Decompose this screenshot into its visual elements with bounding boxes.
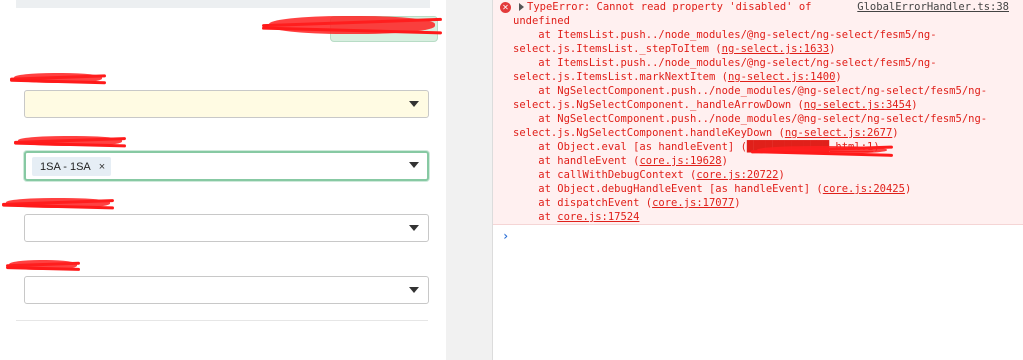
trace-tail: ) [829, 43, 836, 55]
panel-gutter [446, 0, 493, 360]
trace-tail: ) [835, 71, 842, 83]
trace-source-link[interactable]: ng-select.js:3454 [804, 99, 911, 111]
stack-trace-line: at NgSelectComponent.push../node_modules… [513, 112, 1013, 126]
error-message: ✕ TypeError: Cannot read property 'disab… [493, 0, 1023, 225]
trace-text: select.js.NgSelectComponent._handleArrow… [513, 99, 804, 111]
redacted-field-3-label [2, 195, 114, 211]
field-3-select[interactable] [24, 214, 429, 242]
error-source-link[interactable]: GlobalErrorHandler.ts:38 [857, 0, 1009, 14]
trace-tail: ) [911, 99, 918, 111]
stack-trace-line: undefined [513, 14, 1013, 28]
console-prompt-icon[interactable]: › [502, 229, 509, 243]
chip-label: 1SA - 1SA [40, 160, 91, 173]
stack-trace-line: at ItemsList.push../node_modules/@ng-sel… [513, 56, 1013, 70]
redacted-field-1-label [10, 70, 106, 86]
stack-trace-line: at Object.debugHandleEvent [as handleEve… [513, 182, 1013, 196]
trace-source-link[interactable]: ng-select.js:1633 [722, 43, 829, 55]
error-icon: ✕ [500, 2, 511, 13]
trace-source-link[interactable]: ng-select.js:1400 [728, 71, 835, 83]
trace-source-link[interactable]: core.js:17077 [652, 197, 734, 209]
top-strip [16, 0, 430, 8]
field-2-select[interactable]: 1SA - 1SA × [24, 151, 429, 181]
trace-source-link[interactable]: core.js:19628 [639, 155, 721, 167]
trace-text: select.js.ItemsList._stepToItem ( [513, 43, 722, 55]
chevron-down-icon[interactable] [409, 162, 419, 168]
trace-text: at ItemsList.push../node_modules/@ng-sel… [513, 29, 937, 41]
trace-text: select.js.ItemsList.markNextItem ( [513, 71, 728, 83]
trace-tail: ) [778, 169, 785, 181]
redacted-header [262, 10, 442, 40]
trace-text: at NgSelectComponent.push../node_modules… [513, 85, 988, 97]
redacted-field-2-label [14, 133, 126, 149]
expand-triangle-icon[interactable] [519, 3, 524, 11]
error-title: TypeError: Cannot read property 'disable… [527, 1, 812, 13]
trace-source-link[interactable]: core.js:17524 [557, 211, 639, 223]
devtools-console: ✕ TypeError: Cannot read property 'disab… [493, 0, 1023, 360]
stack-trace-line: select.js.NgSelectComponent.handleKeyDow… [513, 126, 1013, 140]
divider [16, 320, 428, 321]
trace-text: at callWithDebugContext ( [513, 169, 697, 181]
chevron-down-icon[interactable] [409, 101, 419, 107]
stack-trace: undefined at ItemsList.push../node_modul… [513, 14, 1013, 224]
stack-trace-line: at core.js:17524 [513, 210, 1013, 224]
trace-text: at [513, 211, 558, 223]
form-panel: 1SA - 1SA × [0, 0, 446, 360]
trace-text: select.js.NgSelectComponent.handleKeyDow… [513, 127, 785, 139]
stack-trace-line: select.js.ItemsList.markNextItem (ng-sel… [513, 70, 1013, 84]
stack-trace-line: select.js.ItemsList._stepToItem (ng-sele… [513, 42, 1013, 56]
stack-trace-line: at ItemsList.push../node_modules/@ng-sel… [513, 28, 1013, 42]
trace-text: at dispatchEvent ( [513, 197, 653, 209]
stack-trace-line: select.js.NgSelectComponent._handleArrow… [513, 98, 1013, 112]
trace-tail: ) [892, 127, 899, 139]
trace-tail: ) [734, 197, 741, 209]
redacted-field-4-label [6, 257, 80, 273]
trace-text: at Object.eval [as handleEvent] ( [513, 141, 747, 153]
trace-source-link[interactable]: ng-select.js:2677 [785, 127, 892, 139]
field-4-select[interactable] [24, 276, 429, 304]
trace-tail: ) [904, 183, 912, 195]
trace-source-link[interactable]: core.js:20722 [696, 169, 778, 181]
chevron-down-icon[interactable] [409, 287, 419, 293]
chevron-down-icon[interactable] [409, 225, 419, 231]
trace-text: at ItemsList.push../node_modules/@ng-sel… [513, 57, 937, 69]
trace-tail: ) [721, 155, 728, 167]
stack-trace-line: at callWithDebugContext (core.js:20722) [513, 168, 1013, 182]
chip-remove-icon[interactable]: × [99, 161, 105, 173]
stack-trace-line: at handleEvent (core.js:19628) [513, 154, 1013, 168]
trace-text: at handleEvent ( [513, 155, 640, 167]
stack-trace-line: at dispatchEvent (core.js:17077) [513, 196, 1013, 210]
redacted-source-file [751, 143, 893, 157]
selected-chip: 1SA - 1SA × [32, 157, 112, 176]
trace-text: undefined [513, 15, 570, 27]
stack-trace-line: at NgSelectComponent.push../node_modules… [513, 84, 1013, 98]
trace-text: at Object.debugHandleEvent [as handleEve… [513, 183, 823, 195]
trace-source-link[interactable]: core.js:20425 [823, 183, 905, 195]
field-1-select[interactable] [24, 90, 429, 118]
trace-text: at NgSelectComponent.push../node_modules… [513, 113, 988, 125]
